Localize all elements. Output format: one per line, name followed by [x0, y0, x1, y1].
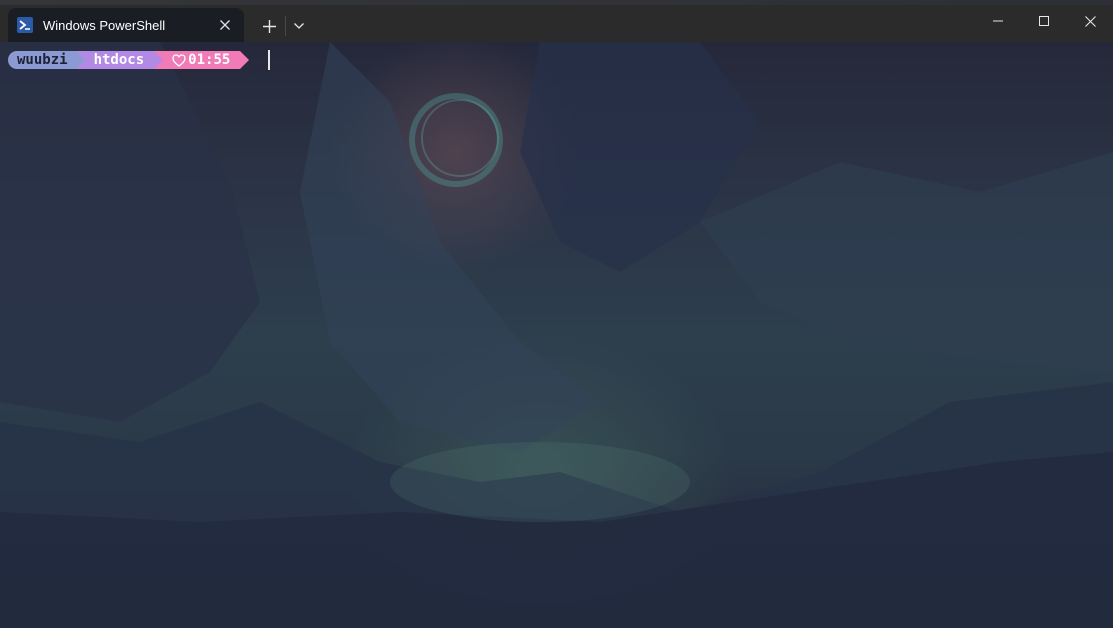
tab-dropdown-button[interactable]: [289, 14, 309, 38]
maximize-button[interactable]: [1021, 0, 1067, 42]
prompt-user: wuubzi: [17, 52, 68, 68]
new-tab-button[interactable]: [256, 14, 282, 38]
powershell-icon: [17, 17, 33, 33]
title-bar: Windows PowerShell: [0, 0, 1113, 42]
segment-separator: [240, 51, 250, 69]
maximize-icon: [1039, 16, 1049, 26]
prompt-directory-segment: htdocs: [75, 51, 164, 69]
terminal-pane[interactable]: wuubzi htdocs 01:55: [0, 42, 1113, 628]
text-cursor: [268, 50, 270, 70]
prompt-directory: htdocs: [93, 52, 145, 68]
tab-windows-powershell[interactable]: Windows PowerShell: [8, 8, 244, 42]
background-wallpaper: [0, 42, 1113, 628]
window-controls: [975, 0, 1113, 42]
segment-separator: [154, 51, 164, 69]
tab-title: Windows PowerShell: [43, 17, 166, 33]
terminal-window: Windows PowerShell wuubzi htdocs 01:55: [0, 0, 1113, 628]
plus-icon: [262, 19, 276, 33]
prompt-time: 01:55: [188, 52, 231, 68]
minimize-button[interactable]: [975, 0, 1021, 42]
segment-separator: [75, 51, 85, 69]
prompt-time-segment: 01:55: [154, 51, 250, 69]
shell-prompt: wuubzi htdocs 01:55: [8, 51, 250, 69]
close-icon: [220, 20, 230, 30]
minimize-icon: [993, 20, 1003, 22]
tab-divider: [285, 16, 286, 36]
close-tab-button[interactable]: [214, 14, 236, 36]
close-icon: [1084, 15, 1096, 27]
chevron-down-icon: [294, 23, 304, 29]
close-window-button[interactable]: [1067, 0, 1113, 42]
heart-icon: [172, 53, 186, 67]
prompt-user-segment: wuubzi: [8, 51, 85, 69]
